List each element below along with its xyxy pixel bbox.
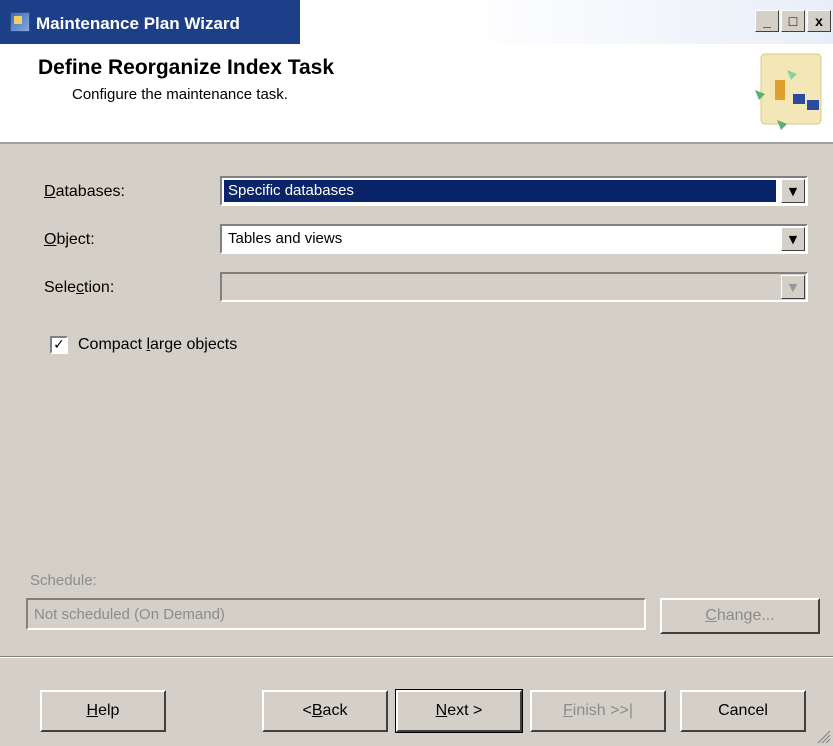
- page-subtitle: Configure the maintenance task.: [72, 86, 288, 103]
- compact-large-objects-checkbox[interactable]: ✓: [50, 336, 68, 354]
- schedule-value: Not scheduled (On Demand): [34, 606, 225, 623]
- cancel-button[interactable]: Cancel: [680, 690, 806, 732]
- maximize-button[interactable]: □: [781, 10, 805, 32]
- finish-button[interactable]: Finish >>|: [530, 690, 666, 732]
- compact-large-objects-row[interactable]: ✓ Compact large objects: [50, 336, 237, 354]
- schedule-field: Not scheduled (On Demand): [26, 598, 646, 630]
- maintenance-plan-wizard-window: Maintenance Plan Wizard _ □ x Define Reo…: [0, 0, 833, 746]
- wizard-graphic-icon: [755, 53, 822, 130]
- databases-value: Specific databases: [224, 180, 776, 202]
- page-title: Define Reorganize Index Task: [38, 56, 335, 79]
- object-value: Tables and views: [228, 230, 343, 247]
- schedule-label: Schedule:: [30, 572, 97, 589]
- minimize-button[interactable]: _: [755, 10, 779, 32]
- selection-label: Selection:: [44, 279, 115, 296]
- selection-dropdown[interactable]: ▼: [220, 272, 808, 302]
- change-schedule-button[interactable]: Change...: [660, 598, 820, 634]
- databases-label: Databases:: [44, 183, 125, 200]
- wizard-header: Define Reorganize Index Task Configure t…: [0, 44, 833, 144]
- chevron-down-icon[interactable]: ▼: [781, 179, 805, 203]
- chevron-down-icon[interactable]: ▼: [781, 275, 805, 299]
- footer-divider: [0, 656, 833, 658]
- back-button[interactable]: < Back: [262, 690, 388, 732]
- databases-dropdown[interactable]: Specific databases ▼: [220, 176, 808, 206]
- title-bar[interactable]: Maintenance Plan Wizard _ □ x: [0, 0, 833, 44]
- window-controls: _ □ x: [755, 10, 831, 32]
- chevron-down-icon[interactable]: ▼: [781, 227, 805, 251]
- window-title: Maintenance Plan Wizard: [36, 14, 240, 33]
- close-button[interactable]: x: [807, 10, 831, 32]
- compact-large-objects-label: Compact large objects: [78, 336, 238, 353]
- object-label: Object:: [44, 231, 95, 248]
- resize-grip-icon[interactable]: [815, 728, 831, 744]
- help-button[interactable]: Help: [40, 690, 166, 732]
- maintenance-plan-icon: [10, 12, 30, 32]
- next-button[interactable]: Next >: [395, 689, 523, 733]
- object-dropdown[interactable]: Tables and views ▼: [220, 224, 808, 254]
